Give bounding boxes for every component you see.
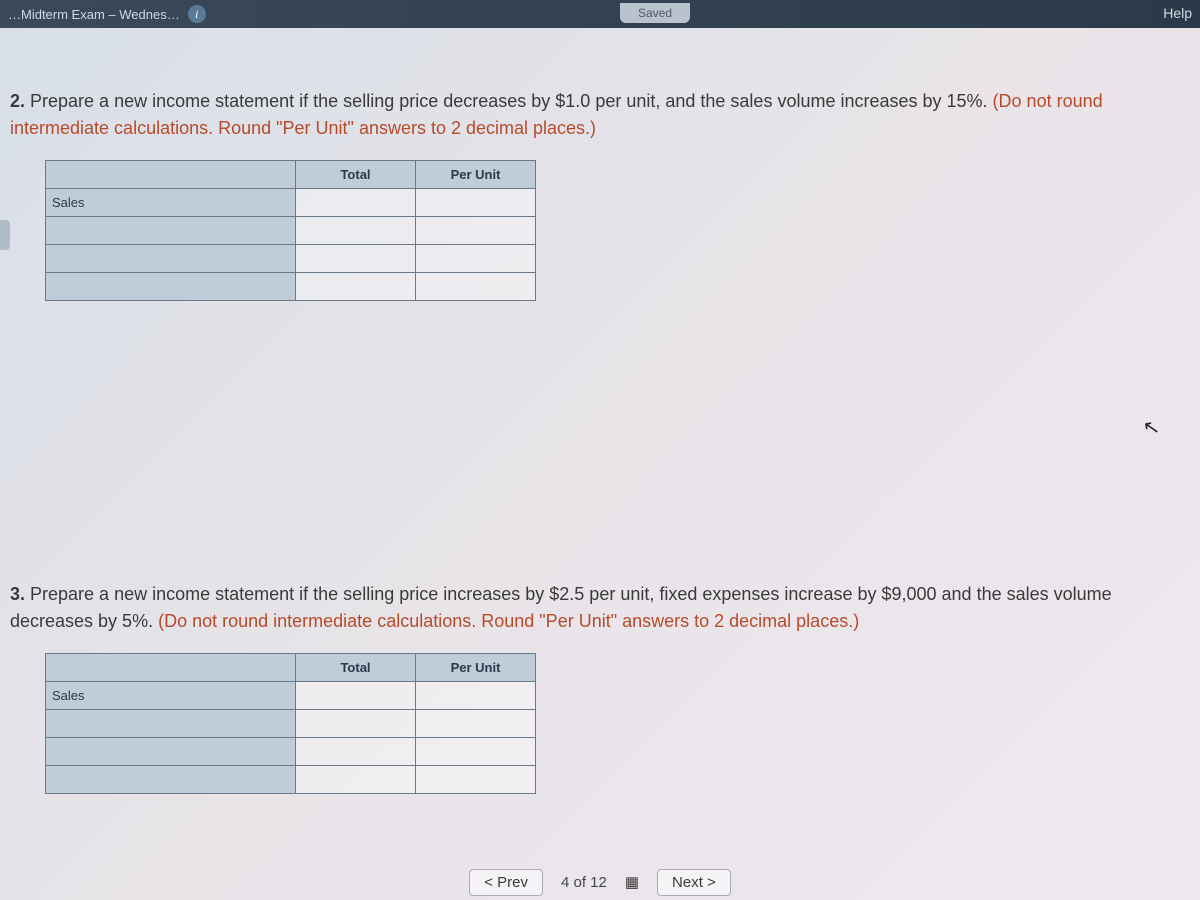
cell-per-unit[interactable] [416,766,536,794]
cell-total[interactable] [296,273,416,301]
question-3-text: 3. Prepare a new income statement if the… [10,581,1190,635]
header-total: Total [296,654,416,682]
cell-per-unit[interactable] [416,245,536,273]
cell-total[interactable] [296,189,416,217]
header-blank [46,654,296,682]
header-per-unit: Per Unit [416,161,536,189]
table-header-row: Total Per Unit [46,654,536,682]
top-bar: …Midterm Exam – Wednes… i Saved Help [0,0,1200,28]
row-label[interactable] [46,766,296,794]
cell-total[interactable] [296,738,416,766]
footer-nav: < Prev 4 of 12 ▦ Next > [0,864,1200,900]
next-button[interactable]: Next > [657,869,731,896]
header-blank [46,161,296,189]
row-label[interactable] [46,245,296,273]
cell-per-unit[interactable] [416,217,536,245]
left-handle[interactable] [0,220,10,250]
table-row: Sales [46,189,536,217]
row-label[interactable] [46,217,296,245]
info-icon[interactable]: i [188,5,206,23]
cell-per-unit[interactable] [416,189,536,217]
table-row [46,710,536,738]
content-area: 2. Prepare a new income statement if the… [0,28,1200,794]
row-label[interactable] [46,273,296,301]
row-label-sales[interactable]: Sales [46,189,296,217]
help-link[interactable]: Help [1163,5,1192,21]
row-label-sales[interactable]: Sales [46,682,296,710]
table-row [46,738,536,766]
income-table-q3: Total Per Unit Sales [45,653,536,794]
table-header-row: Total Per Unit [46,161,536,189]
cell-per-unit[interactable] [416,273,536,301]
cell-total[interactable] [296,245,416,273]
cell-total[interactable] [296,766,416,794]
row-label[interactable] [46,710,296,738]
cell-total[interactable] [296,710,416,738]
question-2-body: Prepare a new income statement if the se… [25,91,993,111]
saved-indicator: Saved [620,3,690,23]
question-3-number: 3. [10,584,25,604]
cell-per-unit[interactable] [416,738,536,766]
table-row [46,273,536,301]
cell-per-unit[interactable] [416,682,536,710]
table-row [46,766,536,794]
cell-total[interactable] [296,682,416,710]
exam-title: …Midterm Exam – Wednes… [8,7,180,22]
page-counter: 4 of 12 [561,874,607,891]
header-per-unit: Per Unit [416,654,536,682]
question-3: 3. Prepare a new income statement if the… [10,581,1190,794]
cell-per-unit[interactable] [416,710,536,738]
prev-button[interactable]: < Prev [469,869,543,896]
table-row: Sales [46,682,536,710]
row-label[interactable] [46,738,296,766]
income-table-q2: Total Per Unit Sales [45,160,536,301]
cell-total[interactable] [296,217,416,245]
header-total: Total [296,161,416,189]
table-row [46,217,536,245]
grid-icon[interactable]: ▦ [625,873,639,891]
question-2-number: 2. [10,91,25,111]
question-3-hint: (Do not round intermediate calculations.… [158,611,859,631]
table-row [46,245,536,273]
question-2-text: 2. Prepare a new income statement if the… [10,88,1190,142]
question-2: 2. Prepare a new income statement if the… [10,88,1190,301]
